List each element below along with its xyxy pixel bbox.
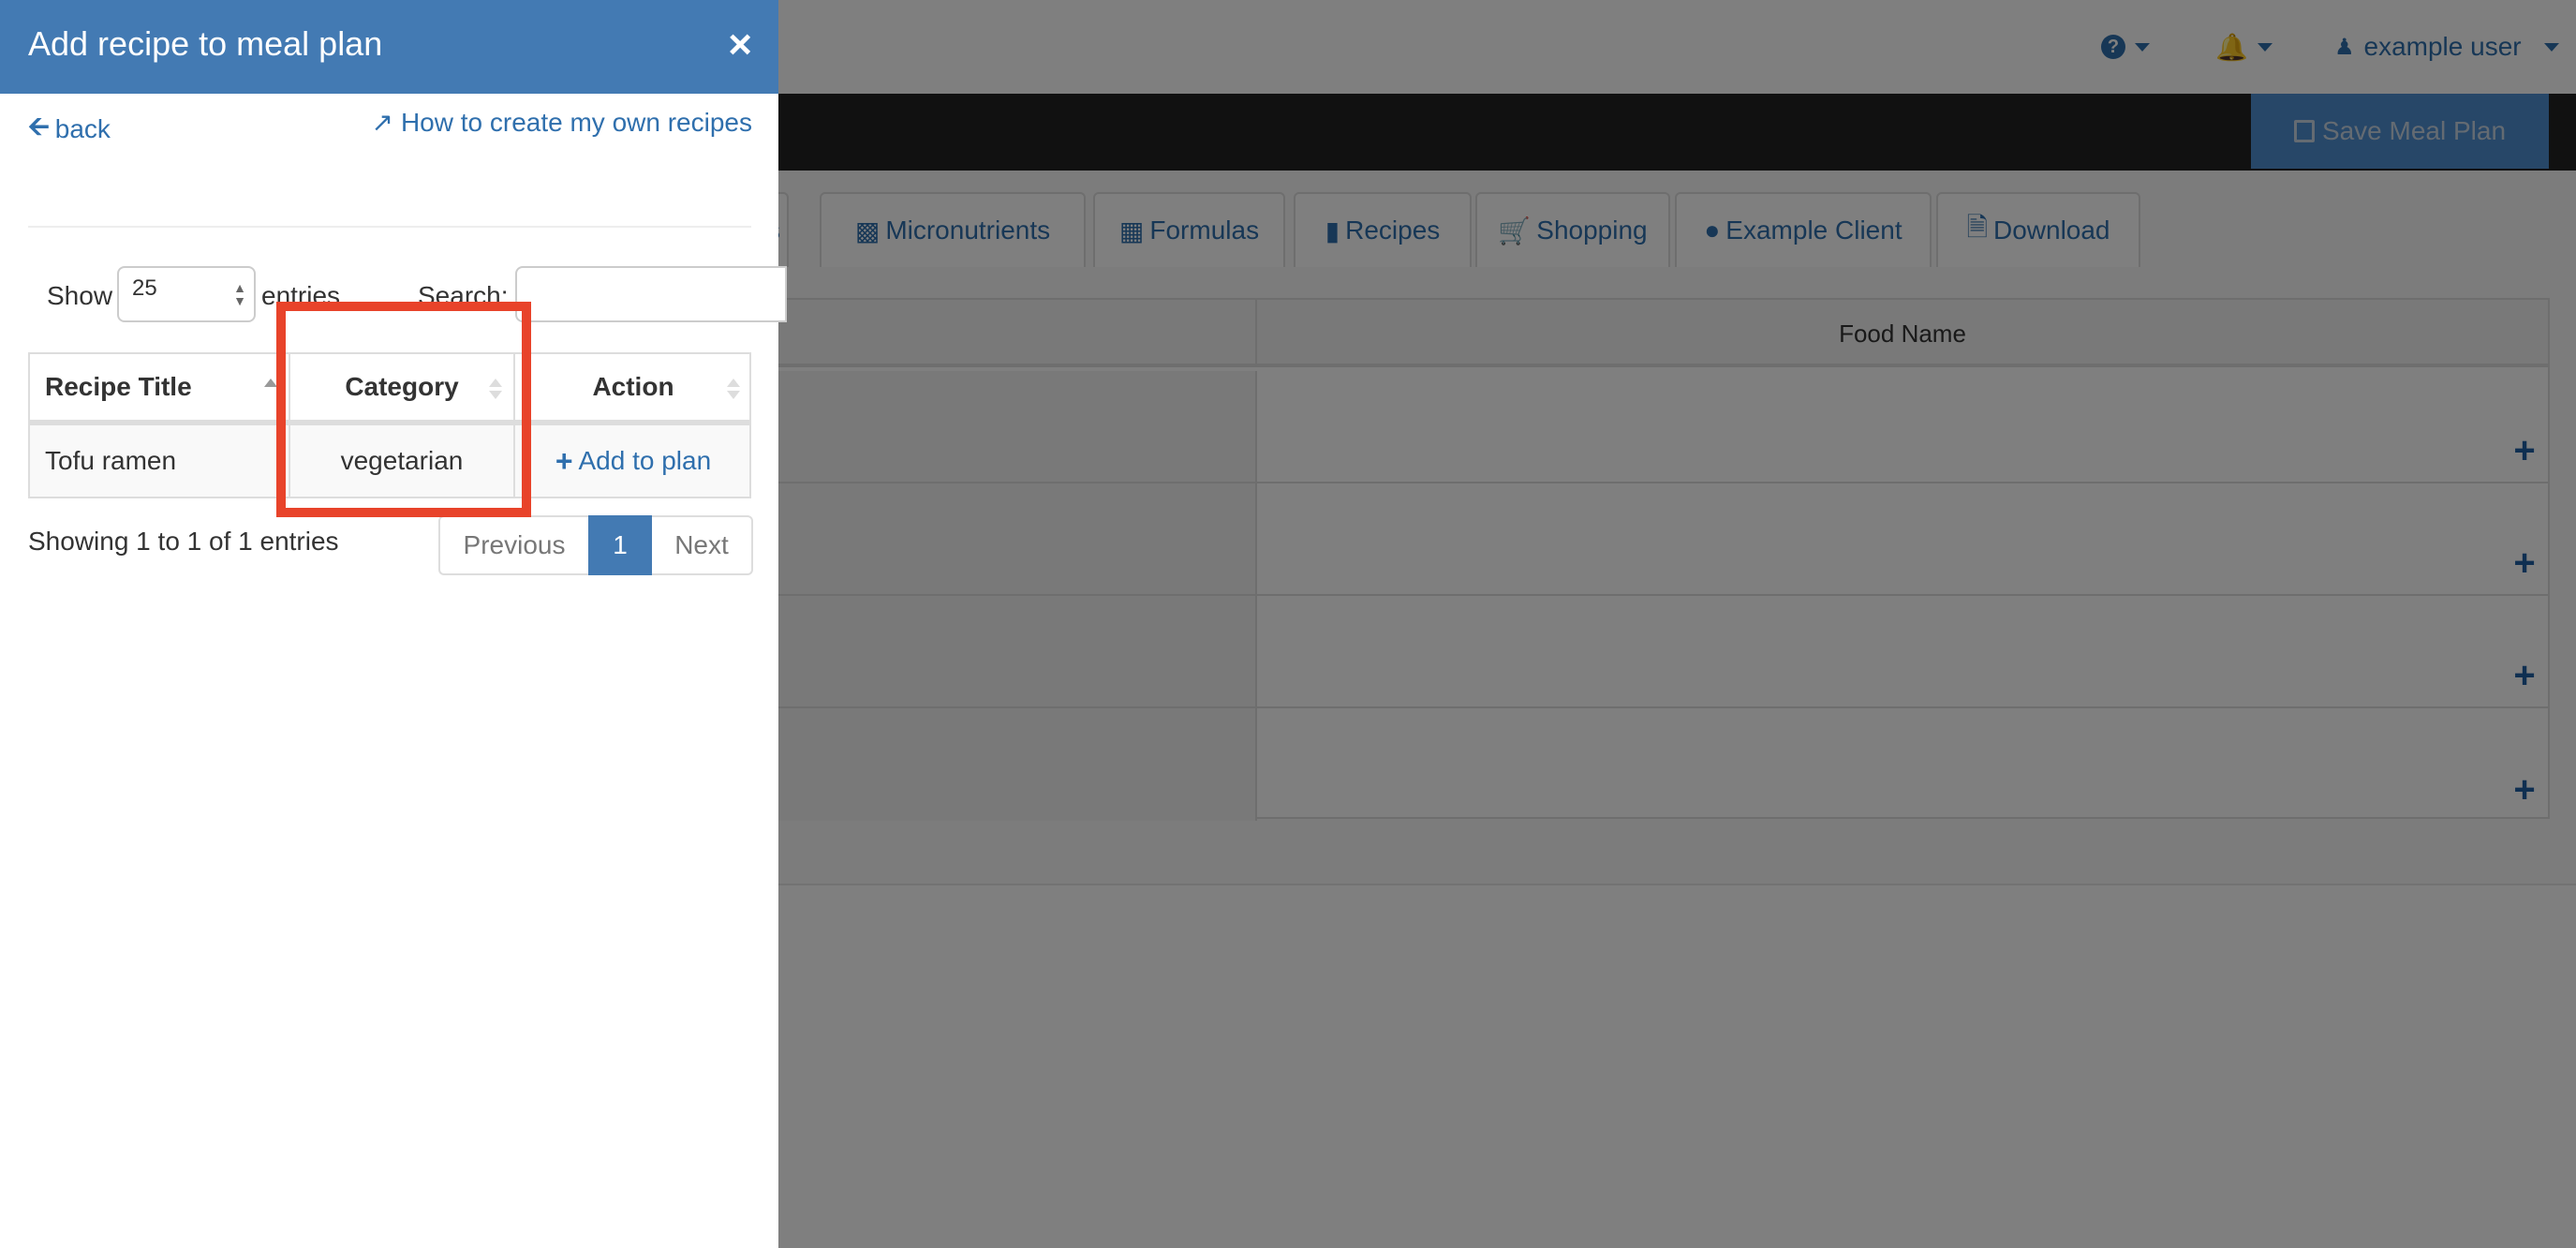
header-label: Action [592,372,674,401]
pagination: Previous 1 Next [438,515,753,575]
add-to-plan-link[interactable]: + Add to plan [555,444,711,479]
select-arrows-icon: ▲ ▼ [233,280,246,308]
external-link-icon: ↗ [371,108,393,137]
column-header-action[interactable]: Action [515,354,751,420]
howto-label: How to create my own recipes [400,107,752,137]
arrow-left-icon: 🡨 [28,111,50,141]
length-value: 25 [132,275,157,301]
add-to-plan-label: Add to plan [578,446,712,475]
category-column-highlight [276,302,531,517]
back-label: back [54,114,111,143]
panel-title: Add recipe to meal plan [28,24,383,63]
close-icon[interactable]: × [728,22,752,67]
plus-icon: + [555,443,573,478]
back-link[interactable]: 🡨 back [28,107,111,152]
sort-icon [727,379,740,401]
add-recipe-panel: Add recipe to meal plan × 🡨 back ↗ How t… [0,0,787,1248]
action-cell: + Add to plan [515,425,751,497]
entries-length-select[interactable]: 25 ▲ ▼ [117,266,256,322]
panel-header: Add recipe to meal plan × [0,0,778,94]
show-label: Show [47,281,113,310]
page-1-button[interactable]: 1 [588,515,652,575]
recipe-title-cell: Tofu ramen [30,425,290,497]
next-page-button[interactable]: Next [652,515,753,575]
how-to-create-recipes-link[interactable]: ↗ How to create my own recipes [371,107,752,138]
search-input[interactable] [515,266,787,322]
divider [28,226,751,228]
column-header-recipe-title[interactable]: Recipe Title [30,354,290,420]
table-info: Showing 1 to 1 of 1 entries [28,527,339,556]
sort-asc-icon [264,379,277,401]
previous-page-button[interactable]: Previous [438,515,588,575]
header-label: Recipe Title [45,372,192,401]
